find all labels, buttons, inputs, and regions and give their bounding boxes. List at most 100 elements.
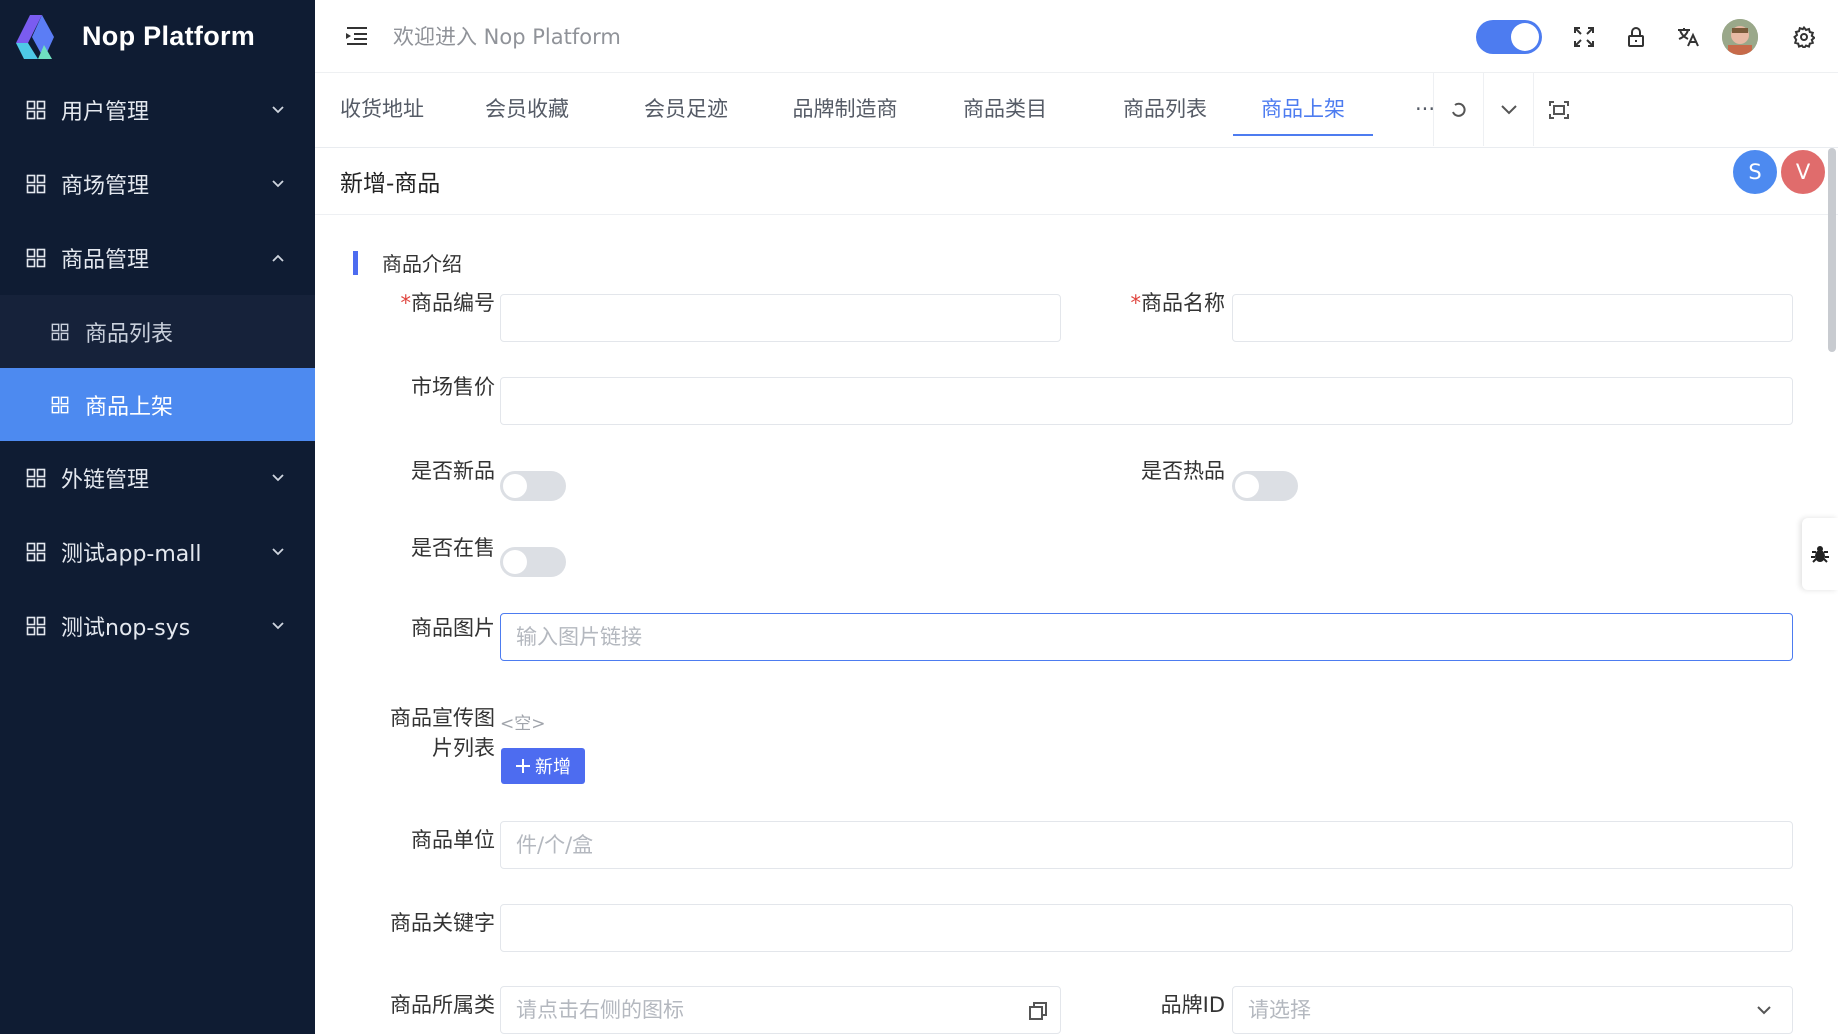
- tab-3[interactable]: 品牌制造商: [770, 73, 920, 146]
- brand-placeholder: 请选择: [1248, 998, 1311, 1022]
- refresh-icon: [1451, 102, 1466, 117]
- retail-price-input[interactable]: [500, 377, 1793, 425]
- gallery-add-button[interactable]: 新增: [501, 748, 585, 784]
- picker-icon[interactable]: [1028, 1001, 1048, 1021]
- section-header: 商品介绍: [353, 248, 462, 277]
- chevron-down-icon: [272, 548, 284, 556]
- is-hot-label: 是否热品: [1141, 459, 1225, 483]
- category-placeholder: 请点击右侧的图标: [516, 998, 684, 1022]
- tab-0[interactable]: 收货地址: [340, 73, 460, 146]
- page-title: 新增-商品: [315, 148, 1838, 215]
- collaborator-avatar-s[interactable]: S: [1731, 148, 1779, 196]
- welcome-text: 欢迎进入 Nop Platform: [393, 25, 621, 49]
- menu-fold-icon[interactable]: [341, 24, 371, 48]
- sidebar-item-label: 商品上架: [85, 394, 174, 420]
- sidebar-item[interactable]: 商场管理: [0, 147, 315, 221]
- is-new-switch[interactable]: [500, 471, 566, 501]
- tab-4[interactable]: 商品类目: [945, 73, 1065, 146]
- category-input[interactable]: 请点击右侧的图标: [500, 986, 1061, 1034]
- grid-icon: [26, 174, 46, 194]
- sidebar-item-label: 商品列表: [85, 321, 174, 347]
- lock-button[interactable]: [1610, 11, 1662, 63]
- goods-sn-input[interactable]: [500, 294, 1061, 342]
- header-actions: [1476, 0, 1838, 73]
- pic-url-label: 商品图片: [411, 616, 495, 640]
- retail-price-label: 市场售价: [411, 375, 495, 399]
- maximize-content-button[interactable]: [1533, 73, 1583, 146]
- sidebar-item[interactable]: 外链管理: [0, 441, 315, 515]
- chevron-down-icon: [1500, 104, 1517, 114]
- tab-bar: 收货地址 会员收藏 会员足迹 品牌制造商 商品类目 商品列表 商品上架 ···: [315, 73, 1838, 148]
- logo[interactable]: Nop Platform: [0, 0, 315, 73]
- chevron-down-icon: [272, 622, 284, 630]
- maximize-icon: [1548, 100, 1569, 119]
- sidebar-item[interactable]: 测试app-mall: [0, 515, 315, 589]
- logo-icon: [16, 14, 54, 59]
- sidebar: Nop Platform 用户管理商场管理商品管理商品列表商品上架外链管理测试a…: [0, 0, 315, 1034]
- pic-url-input[interactable]: 输入图片链接: [500, 613, 1793, 661]
- sidebar-item[interactable]: 商品列表: [0, 295, 315, 368]
- plus-icon: [516, 759, 530, 773]
- sidebar-item-label: 商场管理: [61, 174, 150, 199]
- content-scrollbar[interactable]: [1828, 148, 1836, 352]
- sidebar-menu: 用户管理商场管理商品管理商品列表商品上架外链管理测试app-mall 测试nop-…: [0, 73, 315, 663]
- translate-icon: [1678, 27, 1699, 46]
- gallery-label: 商品宣传图 片列表: [390, 706, 495, 760]
- sidebar-item[interactable]: 测试nop-sys: [0, 589, 315, 663]
- unit-label: 商品单位: [411, 828, 495, 852]
- bug-icon: [1811, 546, 1829, 563]
- is-new-label: 是否新品: [411, 459, 495, 483]
- chevron-down-icon: [272, 106, 284, 114]
- main-content: 新增-商品 S V 商品介绍 *商品编号 *商品名称 市场售价 是否新品 是否热…: [315, 148, 1838, 1034]
- keywords-label: 商品关键字: [390, 911, 495, 935]
- sidebar-item-label: 用户管理: [61, 100, 150, 125]
- top-header: 欢迎进入 Nop Platform: [315, 0, 1838, 73]
- collaborator-avatar-v[interactable]: V: [1779, 148, 1827, 196]
- theme-toggle-knob: [1511, 22, 1539, 51]
- goods-sn-label: *商品编号: [400, 291, 496, 315]
- grid-icon: [51, 396, 69, 413]
- translate-button[interactable]: [1662, 11, 1714, 63]
- grid-icon: [26, 248, 46, 268]
- brand-select[interactable]: 请选择: [1232, 986, 1793, 1034]
- sidebar-item-label: 外链管理: [61, 468, 150, 493]
- gallery-add-label: 新增: [535, 757, 571, 778]
- goods-name-input[interactable]: [1232, 294, 1793, 342]
- tab-1[interactable]: 会员收藏: [467, 73, 587, 146]
- sidebar-item[interactable]: 商品上架: [0, 368, 315, 441]
- is-on-sale-switch[interactable]: [500, 547, 566, 577]
- grid-icon: [26, 616, 46, 636]
- is-on-sale-label: 是否在售: [411, 536, 495, 560]
- section-title: 商品介绍: [382, 252, 462, 276]
- gallery-empty-text: <空>: [500, 714, 546, 734]
- brand-label: 品牌ID: [1160, 993, 1225, 1017]
- refresh-tab-button[interactable]: [1433, 73, 1483, 146]
- grid-icon: [51, 323, 69, 340]
- settings-button[interactable]: [1778, 11, 1830, 63]
- unit-input[interactable]: 件/个/盒: [500, 821, 1793, 869]
- chevron-down-icon: [272, 180, 284, 188]
- goods-name-label: *商品名称: [1130, 291, 1226, 315]
- user-avatar[interactable]: [1722, 18, 1758, 55]
- tab-dropdown-button[interactable]: [1483, 73, 1533, 146]
- tab-5[interactable]: 商品列表: [1105, 73, 1225, 146]
- tab-6[interactable]: 商品上架: [1233, 73, 1373, 146]
- grid-icon: [26, 468, 46, 488]
- sidebar-item[interactable]: 用户管理: [0, 73, 315, 147]
- app-root: Nop Platform 用户管理 商场管理 商品管理 商品列表 商品上架 外链管理 测试a…: [0, 0, 1838, 1034]
- fullscreen-button[interactable]: [1558, 11, 1610, 63]
- debug-tool-button[interactable]: [1802, 518, 1838, 590]
- grid-icon: [26, 542, 46, 562]
- chevron-down-icon: [1757, 1006, 1771, 1015]
- category-label: 商品所属类: [390, 993, 495, 1017]
- is-hot-switch[interactable]: [1232, 471, 1298, 501]
- keywords-input[interactable]: [500, 904, 1793, 952]
- sidebar-item-label: 商品管理: [61, 248, 150, 273]
- lock-icon: [1628, 26, 1644, 47]
- sidebar-item-label: 测试app-mall: [61, 542, 202, 567]
- sidebar-item[interactable]: 商品管理: [0, 221, 315, 295]
- grid-icon: [26, 100, 46, 120]
- tab-2[interactable]: 会员足迹: [626, 73, 746, 146]
- sidebar-item-label: 测试nop-sys: [61, 616, 191, 641]
- theme-toggle[interactable]: [1476, 19, 1542, 54]
